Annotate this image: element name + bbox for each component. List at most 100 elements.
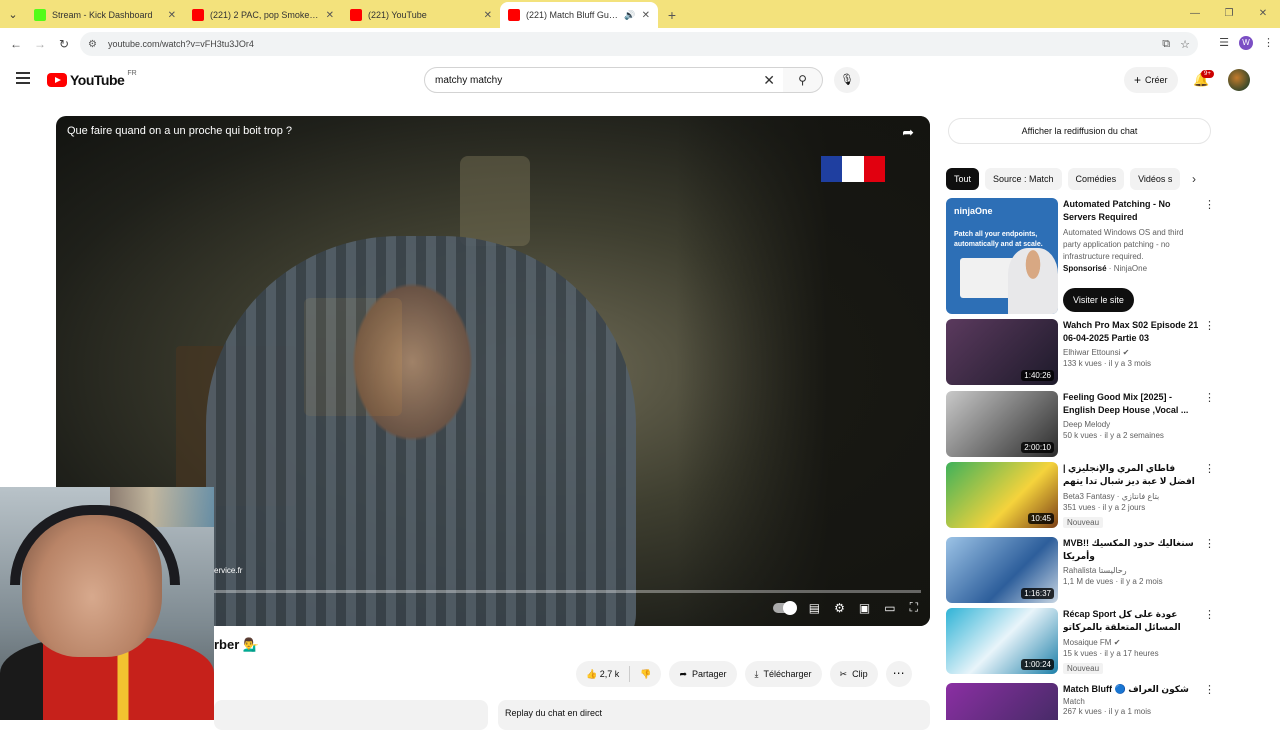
live-chat-replay-panel[interactable]: Replay du chat en direct [498, 700, 930, 730]
description-box[interactable] [214, 700, 488, 730]
player-overlay-title[interactable]: Que faire quand on a un proche qui boit … [67, 125, 292, 137]
like-dislike-group: 👍 2,7 k 👎 [576, 661, 662, 687]
account-avatar[interactable] [1228, 69, 1250, 91]
forward-icon[interactable]: → [28, 37, 52, 51]
minimize-icon[interactable]: — [1178, 0, 1212, 28]
video-thumbnail[interactable]: 2:00:10 [946, 391, 1058, 457]
dislike-icon[interactable]: 👎 [630, 669, 661, 680]
tab-close-icon[interactable]: ✕ [326, 10, 334, 21]
profile-avatar[interactable]: W [1239, 36, 1253, 50]
recommended-video[interactable]: 1:16:37 MVB!! سنغاليك حدود المكسيك وأمري… [946, 537, 1216, 603]
settings-gear-icon[interactable]: ⚙ [834, 601, 845, 615]
url-text[interactable]: youtube.com/watch?v=vFH3tu3JOr4 [108, 39, 254, 49]
video-thumbnail[interactable]: 1:00:24 [946, 608, 1058, 674]
sponsored-ad[interactable]: ninjaOne Patch all your endpoints, autom… [946, 198, 1216, 314]
back-icon[interactable]: ← [4, 37, 28, 51]
menu-icon[interactable] [16, 72, 30, 84]
recommended-video[interactable]: Match Bluff 🔵 شكون العراف Match 267 k vu… [946, 683, 1216, 720]
country-code: FR [127, 69, 137, 77]
search-input[interactable]: matchy matchy ✕ [424, 67, 784, 93]
video-menu-icon[interactable]: ⋮ [1204, 683, 1215, 696]
clear-search-icon[interactable]: ✕ [763, 72, 775, 89]
ad-thumbnail[interactable]: ninjaOne Patch all your endpoints, autom… [946, 198, 1058, 314]
video-thumbnail[interactable]: 10:45 [946, 462, 1058, 528]
ad-brand: ninjaOne [954, 206, 993, 216]
progress-bar[interactable] [214, 590, 921, 593]
share-label: Partager [692, 669, 727, 679]
install-app-icon[interactable]: ⧉ [1162, 38, 1170, 51]
theater-mode-icon[interactable]: ▭ [884, 601, 895, 615]
autoplay-toggle[interactable] [772, 600, 797, 615]
tab-close-icon[interactable]: ✕ [168, 10, 176, 21]
chip-source-match[interactable]: Source : Match [985, 168, 1062, 190]
chip-videos[interactable]: Vidéos s [1130, 168, 1181, 190]
video-title[interactable]: Wahch Pro Max S02 Episode 21 06-04-2025 … [1063, 319, 1203, 345]
youtube-header: YouTube FR matchy matchy ✕ ⚲ 🎙 + Créer 🔔 [0, 60, 1280, 100]
video-thumbnail[interactable]: 1:40:26 [946, 319, 1058, 385]
search-button[interactable]: ⚲ [783, 67, 823, 93]
notification-count-badge: 9+ [1201, 70, 1214, 78]
bookmark-star-icon[interactable]: ☆ [1180, 38, 1190, 51]
reload-icon[interactable]: ↻ [52, 37, 76, 51]
video-title[interactable]: Récap Sport عودة على كل المسائل المتعلقة… [1063, 608, 1203, 635]
video-menu-icon[interactable]: ⋮ [1204, 319, 1215, 332]
video-meta: Récap Sport عودة على كل المسائل المتعلقة… [1063, 608, 1203, 676]
address-bar[interactable]: ⚙ youtube.com/watch?v=vFH3tu3JOr4 ⧉ ☆ [80, 32, 1198, 56]
browser-tab-active[interactable]: (221) Match Bluff Guess th 🔊 ✕ [500, 2, 658, 28]
site-info-icon[interactable]: ⚙ [88, 39, 104, 50]
subtitles-icon[interactable]: ▤ [809, 601, 820, 615]
video-meta: فاطاي المري والإنجليزي | افضل لا عبة ديز… [1063, 462, 1203, 530]
video-stats: 50 k vues · il y a 2 semaines [1063, 431, 1164, 440]
restore-icon[interactable]: ❐ [1212, 0, 1246, 28]
miniplayer-icon[interactable]: ▣ [859, 601, 870, 615]
ad-title[interactable]: Automated Patching - No Servers Required [1063, 198, 1203, 224]
youtube-favicon-icon [192, 9, 204, 21]
close-window-icon[interactable]: ✕ [1246, 0, 1280, 28]
video-stats: 133 k vues · il y a 3 mois [1063, 359, 1152, 368]
ad-menu-icon[interactable]: ⋮ [1204, 198, 1215, 211]
chip-all[interactable]: Tout [946, 168, 980, 190]
browser-menu-icon[interactable]: ⋮ [1263, 36, 1274, 50]
video-menu-icon[interactable]: ⋮ [1204, 391, 1215, 404]
chip-comedies[interactable]: Comédies [1067, 168, 1125, 190]
video-title[interactable]: فاطاي المري والإنجليزي | افضل لا عبة ديز… [1063, 462, 1203, 489]
video-thumbnail[interactable] [946, 683, 1058, 720]
new-tab-icon[interactable]: + [658, 2, 686, 28]
browser-tab[interactable]: Stream - Kick Dashboard ✕ [26, 2, 184, 28]
video-menu-icon[interactable]: ⋮ [1204, 462, 1215, 475]
video-title[interactable]: MVB!! سنغاليك حدود المكسيك وأمريكا [1063, 537, 1203, 563]
video-thumbnail[interactable]: 1:16:37 [946, 537, 1058, 603]
download-button[interactable]: ⤓ Télécharger [744, 661, 822, 687]
video-stats: 1,1 M de vues · il y a 2 mois [1063, 577, 1163, 586]
recommended-video[interactable]: 1:40:26 Wahch Pro Max S02 Episode 21 06-… [946, 319, 1216, 385]
chips-next-chevron-icon[interactable]: › [1192, 172, 1196, 186]
reading-list-icon[interactable]: ☰ [1219, 36, 1229, 50]
ad-meta: Automated Patching - No Servers Required… [1063, 198, 1203, 273]
browser-tab[interactable]: (221) 2 PAC, pop Smoke ft - Big ✕ [184, 2, 342, 28]
video-menu-icon[interactable]: ⋮ [1204, 608, 1215, 621]
video-menu-icon[interactable]: ⋮ [1204, 537, 1215, 550]
video-title[interactable]: Match Bluff 🔵 شكون العراف [1063, 683, 1203, 696]
filter-chips: Tout Source : Match Comédies Vidéos s [946, 168, 1181, 190]
voice-search-button[interactable]: 🎙 [834, 67, 860, 93]
youtube-logo[interactable]: YouTube FR [47, 69, 137, 88]
fullscreen-icon[interactable]: ⛶ [910, 600, 918, 615]
visit-site-button[interactable]: Visiter le site [1063, 288, 1134, 312]
tab-close-icon[interactable]: ✕ [642, 10, 650, 21]
recommended-video[interactable]: 1:00:24 Récap Sport عودة على كل المسائل … [946, 608, 1216, 678]
more-actions-icon[interactable]: ⋯ [885, 661, 912, 687]
audio-playing-icon[interactable]: 🔊 [624, 10, 635, 21]
share-button[interactable]: ➦ Partager [669, 661, 737, 687]
like-button[interactable]: 👍 2,7 k [576, 669, 629, 680]
recommended-video[interactable]: 2:00:10 Feeling Good Mix [2025] - Englis… [946, 391, 1216, 457]
share-arrow-icon[interactable]: ➦ [902, 124, 914, 141]
browser-tab[interactable]: (221) YouTube ✕ [342, 2, 500, 28]
clip-button[interactable]: ✂ Clip [829, 661, 878, 687]
tab-search-icon[interactable]: ⌄ [0, 0, 26, 28]
tab-close-icon[interactable]: ✕ [484, 10, 492, 21]
create-button[interactable]: + Créer [1124, 67, 1178, 93]
recommended-video[interactable]: 10:45 فاطاي المري والإنجليزي | افضل لا ع… [946, 462, 1216, 532]
video-title[interactable]: Feeling Good Mix [2025] - English Deep H… [1063, 391, 1203, 417]
show-chat-replay-button[interactable]: Afficher la rediffusion du chat [948, 118, 1211, 144]
channel-name: Deep Melody [1063, 420, 1111, 429]
